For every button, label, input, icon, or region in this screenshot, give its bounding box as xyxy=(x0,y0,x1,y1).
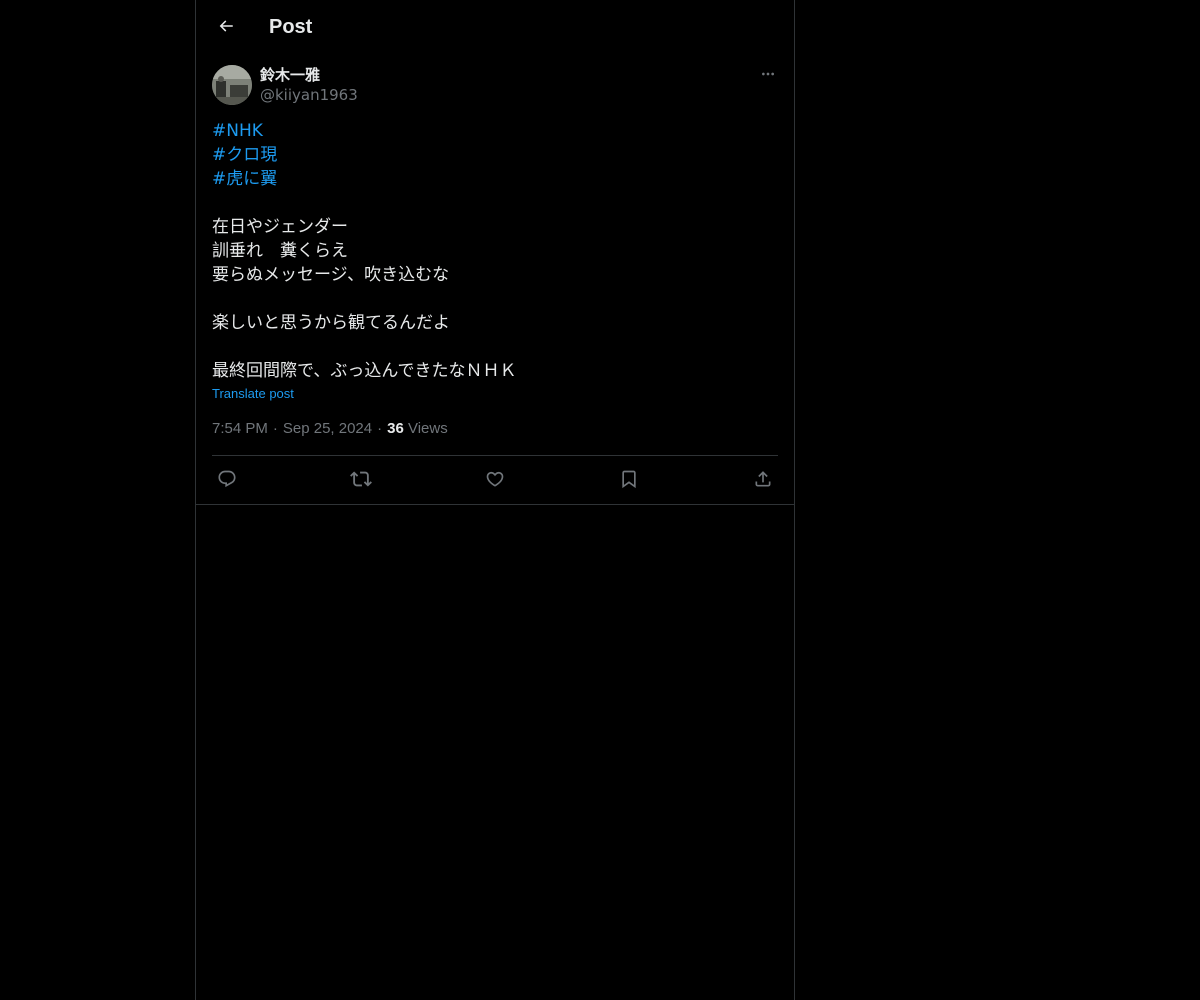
meta-separator: · xyxy=(272,420,278,437)
bookmark-button[interactable] xyxy=(618,468,640,490)
action-bar xyxy=(212,456,778,503)
page-title: Post xyxy=(269,16,313,38)
post-text-line xyxy=(212,287,778,311)
more-options-button[interactable] xyxy=(758,64,778,84)
hashtag-link[interactable]: #クロ現 xyxy=(212,145,277,165)
author-row: 鈴木一雅 @kiiyan1963 xyxy=(212,64,778,112)
share-icon xyxy=(753,469,773,489)
translate-post-link[interactable]: Translate post xyxy=(212,385,778,403)
post-text-line: 最終回間際で、ぶっ込んできたなＮＨＫ xyxy=(212,361,517,381)
reply-icon xyxy=(217,469,237,489)
post-header: Post xyxy=(196,0,794,54)
post-text-line xyxy=(212,335,778,359)
hashtag-link[interactable]: #NHK xyxy=(212,121,263,141)
back-button[interactable] xyxy=(208,8,244,44)
post-metadata: 7:54 PM · Sep 25, 2024 · 36 Views xyxy=(212,419,778,456)
post-date[interactable]: Sep 25, 2024 xyxy=(283,420,372,437)
post-divider xyxy=(196,504,794,505)
post-text-line: 楽しいと思うから観てるんだよ xyxy=(212,313,450,333)
post-text-line: 訓垂れ 糞くらえ xyxy=(212,241,348,261)
post-text-line xyxy=(212,191,778,215)
meta-separator: · xyxy=(377,420,383,437)
more-horizontal-icon xyxy=(760,66,776,82)
author-handle[interactable]: @kiiyan1963 xyxy=(260,85,358,105)
views-count: 36 xyxy=(387,420,404,437)
share-button[interactable] xyxy=(752,468,774,490)
views-label: Views xyxy=(407,420,448,437)
post-article: 鈴木一雅 @kiiyan1963 #NHK #クロ現 #虎に翼 在日やジェンダー… xyxy=(212,64,778,503)
author-display-name[interactable]: 鈴木一雅 xyxy=(260,65,320,85)
like-icon xyxy=(485,469,505,489)
like-button[interactable] xyxy=(484,468,506,490)
hashtag-link[interactable]: #虎に翼 xyxy=(212,169,277,189)
arrow-left-icon xyxy=(217,17,235,35)
bookmark-icon xyxy=(619,469,639,489)
retweet-icon xyxy=(350,468,372,490)
reply-button[interactable] xyxy=(216,468,238,490)
post-text: #NHK #クロ現 #虎に翼 在日やジェンダー 訓垂れ 糞くらえ 要らぬメッセー… xyxy=(212,119,778,383)
post-text-line: 在日やジェンダー xyxy=(212,217,348,237)
retweet-button[interactable] xyxy=(350,468,372,490)
primary-column: Post 鈴木一雅 @kiiyan1963 #NHK #クロ現 #虎に翼 在日や… xyxy=(195,0,795,1000)
post-text-line: 要らぬメッセージ、吹き込むな xyxy=(212,265,450,285)
post-time[interactable]: 7:54 PM xyxy=(212,420,268,437)
avatar[interactable] xyxy=(212,65,252,105)
